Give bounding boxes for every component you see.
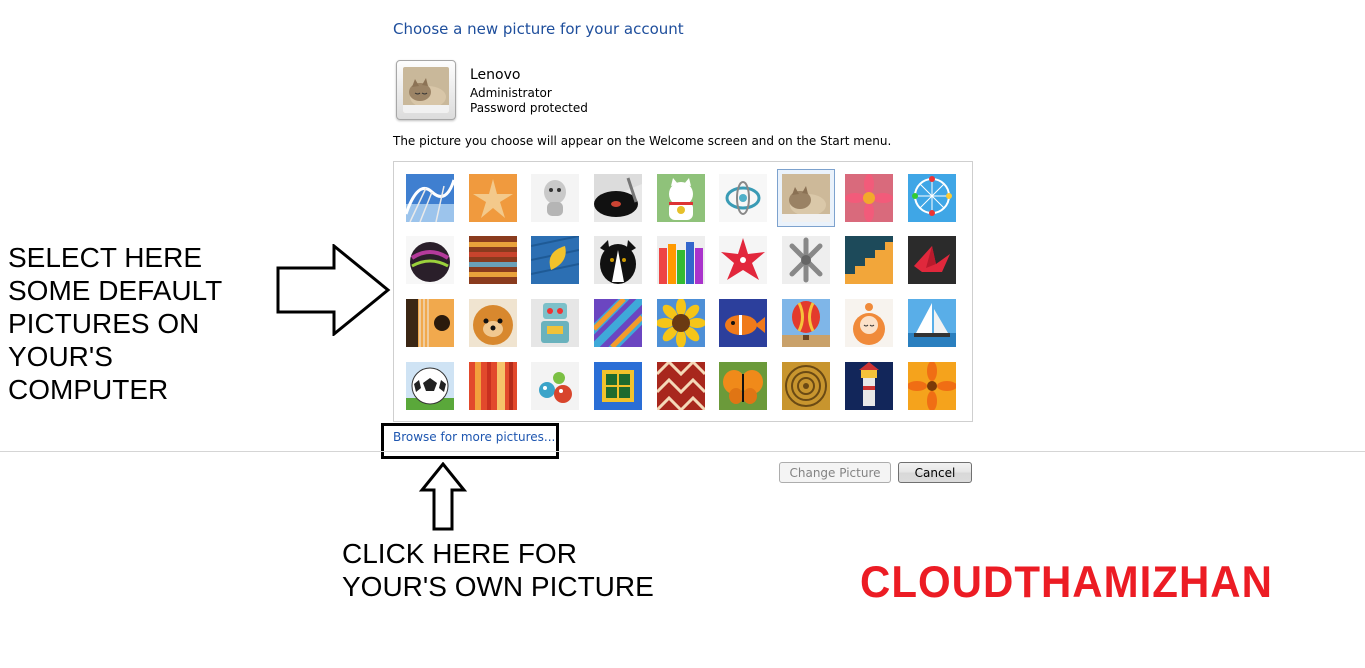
account-role: Administrator <box>470 86 552 100</box>
brand-logo: CLOUDTHAMIZHAN <box>860 557 1273 607</box>
picture-paper-star[interactable] <box>719 236 767 284</box>
picture-toy-robot[interactable] <box>531 299 579 347</box>
picture-ball[interactable] <box>406 236 454 284</box>
picture-window[interactable] <box>594 362 642 410</box>
picture-butterfly[interactable] <box>719 362 767 410</box>
own-picture-note: CLICK HERE FOR YOUR'S OWN PICTURE <box>342 538 654 602</box>
picture-doll[interactable] <box>845 299 893 347</box>
picture-ferris-wheel[interactable] <box>908 174 956 222</box>
change-picture-button[interactable]: Change Picture <box>779 462 891 483</box>
picture-leaf[interactable] <box>531 236 579 284</box>
picture-jacks[interactable] <box>782 236 830 284</box>
picture-lucky-cat[interactable] <box>657 174 705 222</box>
picture-rug[interactable] <box>657 362 705 410</box>
picture-robot-dog[interactable] <box>531 174 579 222</box>
picture-guitar[interactable] <box>406 299 454 347</box>
kitten-avatar-image <box>403 67 449 113</box>
picture-fish[interactable] <box>719 299 767 347</box>
picture-lighthouse[interactable] <box>845 362 893 410</box>
picture-hot-air-balloon[interactable] <box>782 299 830 347</box>
picture-crayons[interactable] <box>657 236 705 284</box>
picture-puppy[interactable] <box>469 299 517 347</box>
cancel-button[interactable]: Cancel <box>898 462 972 483</box>
dialog-title: Choose a new picture for your account <box>393 20 684 38</box>
right-arrow-icon <box>276 242 392 340</box>
account-name: Lenovo <box>470 67 521 83</box>
picture-kitten[interactable] <box>777 169 835 227</box>
select-default-pictures-note: SELECT HERE SOME DEFAULT PICTURES ON YOU… <box>8 242 223 405</box>
picture-turntable[interactable] <box>594 174 642 222</box>
picture-scarf[interactable] <box>594 299 642 347</box>
picture-sailboat[interactable] <box>908 299 956 347</box>
up-arrow-icon <box>418 461 468 536</box>
picture-soccer-ball[interactable] <box>406 362 454 410</box>
picture-description: The picture you choose will appear on th… <box>393 134 892 148</box>
picture-roller-coaster[interactable] <box>406 174 454 222</box>
picture-pink-flower[interactable] <box>845 174 893 222</box>
browse-link-highlight-box <box>381 423 559 459</box>
picture-paper-crane[interactable] <box>908 236 956 284</box>
picture-spiral[interactable] <box>782 362 830 410</box>
picture-cloth[interactable] <box>469 362 517 410</box>
picture-starfish[interactable] <box>469 174 517 222</box>
divider <box>0 451 1365 452</box>
picture-marbles[interactable] <box>531 362 579 410</box>
picture-sunflower[interactable] <box>657 299 705 347</box>
picture-dog[interactable] <box>594 236 642 284</box>
picture-grid <box>393 161 973 422</box>
picture-stairs[interactable] <box>845 236 893 284</box>
avatar <box>396 60 456 120</box>
picture-gyroscope[interactable] <box>719 174 767 222</box>
account-card: Lenovo Administrator Password protected <box>396 60 796 120</box>
picture-orange-flower[interactable] <box>908 362 956 410</box>
account-password-status: Password protected <box>470 101 588 115</box>
picture-fabric[interactable] <box>469 236 517 284</box>
